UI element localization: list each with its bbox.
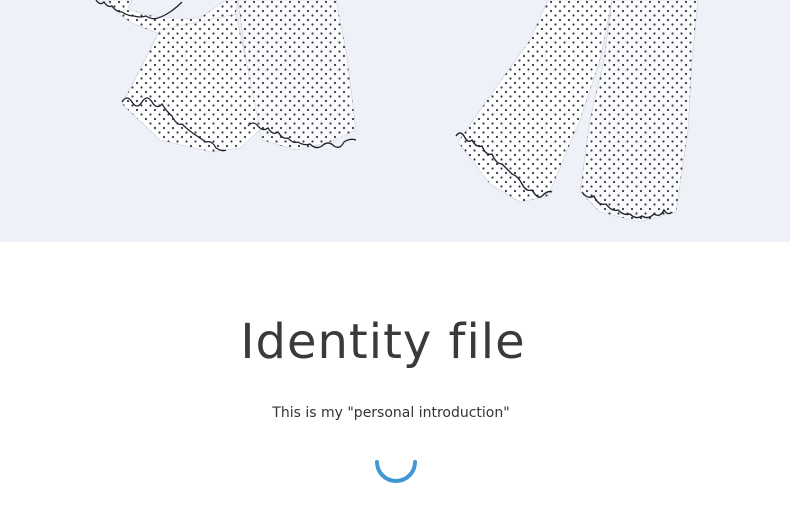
right-pants-leg [455, 0, 699, 223]
section-title: Identity file [240, 314, 526, 370]
loading-spinner-icon [374, 444, 418, 488]
product-image-banner [0, 0, 790, 242]
left-pants-leg [95, 0, 357, 153]
product-detail-page: Identity file This is my "personal intro… [0, 0, 790, 505]
pajama-pants-image [95, 0, 699, 223]
section-subtitle: This is my "personal introduction" [272, 405, 510, 421]
identity-file-section: Identity file This is my "personal intro… [0, 242, 790, 505]
